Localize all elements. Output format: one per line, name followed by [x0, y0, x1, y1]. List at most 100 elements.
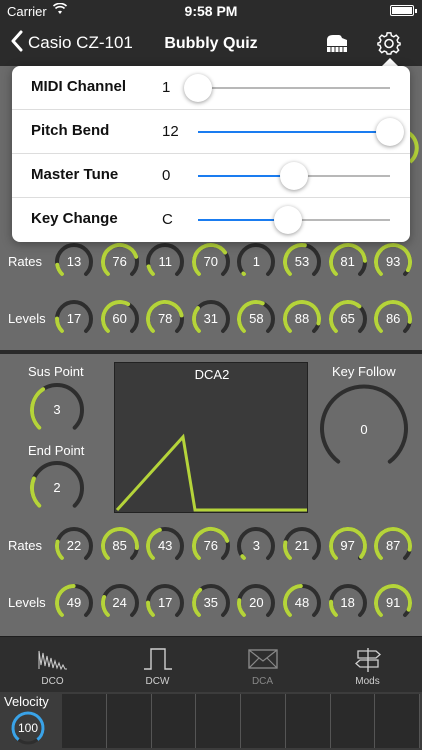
knob[interactable]: 17 [145, 583, 185, 623]
knob[interactable]: 43 [145, 526, 185, 566]
knob[interactable]: 20 [236, 583, 276, 623]
knob-value: 13 [66, 254, 82, 269]
slider-thumb[interactable] [376, 118, 404, 146]
knob[interactable]: 76 [100, 242, 140, 282]
gear-icon[interactable] [376, 30, 402, 61]
tab-mods[interactable]: Mods [315, 637, 420, 693]
knob-value: 22 [66, 538, 82, 553]
piano-key[interactable] [62, 694, 107, 748]
knob[interactable]: 85 [100, 526, 140, 566]
knob[interactable]: 49 [54, 583, 94, 623]
velocity-value: 100 [17, 721, 39, 735]
square-wave-icon [143, 647, 173, 676]
master-tune-row: Master Tune 0 [12, 154, 410, 198]
sus-point-label: Sus Point [28, 364, 84, 379]
dca1-rates-label: Rates [8, 254, 42, 269]
envelope-icon [248, 647, 278, 676]
knob-value: 76 [112, 254, 127, 269]
piano-key[interactable] [106, 694, 152, 748]
master-tune-slider[interactable] [198, 162, 390, 190]
knob-value: 58 [249, 311, 264, 326]
envelope-curve [115, 433, 307, 512]
tab-dca[interactable]: DCA [210, 637, 315, 693]
knob[interactable]: 11 [145, 242, 185, 282]
knob[interactable]: 70 [191, 242, 231, 282]
knob-value: 20 [249, 595, 264, 610]
knob-value: 35 [203, 595, 219, 610]
tab-dco[interactable]: DCO [0, 637, 105, 693]
piano-key[interactable] [330, 694, 376, 748]
knob[interactable]: 93 [373, 242, 413, 282]
knob[interactable]: 22 [54, 526, 94, 566]
key-change-value: C [162, 211, 173, 228]
knob[interactable]: 53 [282, 242, 322, 282]
knob-value: 2 [53, 480, 61, 495]
knob[interactable]: 65 [328, 299, 368, 339]
dca1-levels-label: Levels [8, 311, 46, 326]
tab-dco-label: DCO [41, 676, 64, 687]
knob-value: 88 [294, 311, 310, 326]
knob[interactable]: 1 [236, 242, 276, 282]
knob-value: 81 [340, 254, 355, 269]
end-point-knob[interactable]: 2 [29, 460, 85, 516]
key-change-label: Key Change [31, 210, 118, 227]
key-change-slider[interactable] [198, 206, 390, 234]
knob-value: 97 [340, 538, 355, 553]
knob[interactable]: 48 [282, 583, 322, 623]
knob-value: 21 [294, 538, 310, 553]
key-follow-knob[interactable]: 0 [316, 382, 412, 478]
knob[interactable]: 97 [328, 526, 368, 566]
knob[interactable]: 88 [282, 299, 322, 339]
knob[interactable]: 81 [328, 242, 368, 282]
knob[interactable]: 78 [145, 299, 185, 339]
knob[interactable]: 86 [373, 299, 413, 339]
tab-dca-label: DCA [251, 676, 274, 687]
piano-key[interactable] [151, 694, 197, 748]
knob[interactable]: 60 [100, 299, 140, 339]
knob-value: 85 [112, 538, 127, 553]
knob[interactable]: 24 [100, 583, 140, 623]
midi-channel-slider[interactable] [184, 74, 390, 102]
slider-thumb[interactable] [184, 74, 212, 102]
piano-key[interactable] [241, 694, 286, 748]
knob[interactable]: 58 [236, 299, 276, 339]
tab-bar: DCO DCW DCA Mods [0, 636, 422, 692]
knob[interactable]: 87 [373, 526, 413, 566]
tab-dcw[interactable]: DCW [105, 637, 210, 693]
knob[interactable]: 21 [282, 526, 322, 566]
pitch-bend-value: 12 [162, 123, 179, 140]
knob-value: 11 [158, 254, 172, 269]
pitch-bend-slider[interactable] [198, 118, 404, 146]
knob-value: 24 [112, 595, 127, 610]
velocity-knob[interactable]: 100 [10, 710, 46, 746]
pitch-bend-row: Pitch Bend 12 [12, 110, 410, 154]
key-change-row: Key Change C [12, 198, 410, 242]
sus-point-knob[interactable]: 3 [29, 382, 85, 438]
piano-key[interactable] [196, 694, 241, 748]
signpost-icon [353, 647, 383, 678]
knob[interactable]: 76 [191, 526, 231, 566]
knob-value: 76 [203, 538, 219, 553]
knob[interactable]: 31 [191, 299, 231, 339]
knob[interactable]: 35 [191, 583, 231, 623]
status-time: 9:58 PM [184, 3, 238, 19]
piano-key[interactable] [375, 694, 420, 748]
knob[interactable]: 91 [373, 583, 413, 623]
knob-value: 65 [340, 311, 355, 326]
piano-key[interactable] [285, 694, 331, 748]
midi-channel-label: MIDI Channel [31, 78, 127, 95]
back-button[interactable]: Casio CZ-101 [10, 30, 133, 55]
slider-thumb[interactable] [274, 206, 303, 234]
knob[interactable]: 18 [328, 583, 368, 623]
envelope-graph[interactable]: DCA2 [114, 362, 308, 513]
navigation-bar: Casio CZ-101 Bubbly Quiz [0, 22, 422, 66]
tab-mods-label: Mods [355, 676, 380, 687]
knob[interactable]: 13 [54, 242, 94, 282]
slider-thumb[interactable] [280, 162, 308, 190]
knob-value: 87 [385, 538, 401, 553]
knob[interactable]: 17 [54, 299, 94, 339]
piano-icon[interactable] [325, 34, 349, 59]
back-button-label: Casio CZ-101 [28, 32, 133, 52]
knob[interactable]: 3 [236, 526, 276, 566]
page-title: Bubbly Quiz [164, 35, 258, 52]
